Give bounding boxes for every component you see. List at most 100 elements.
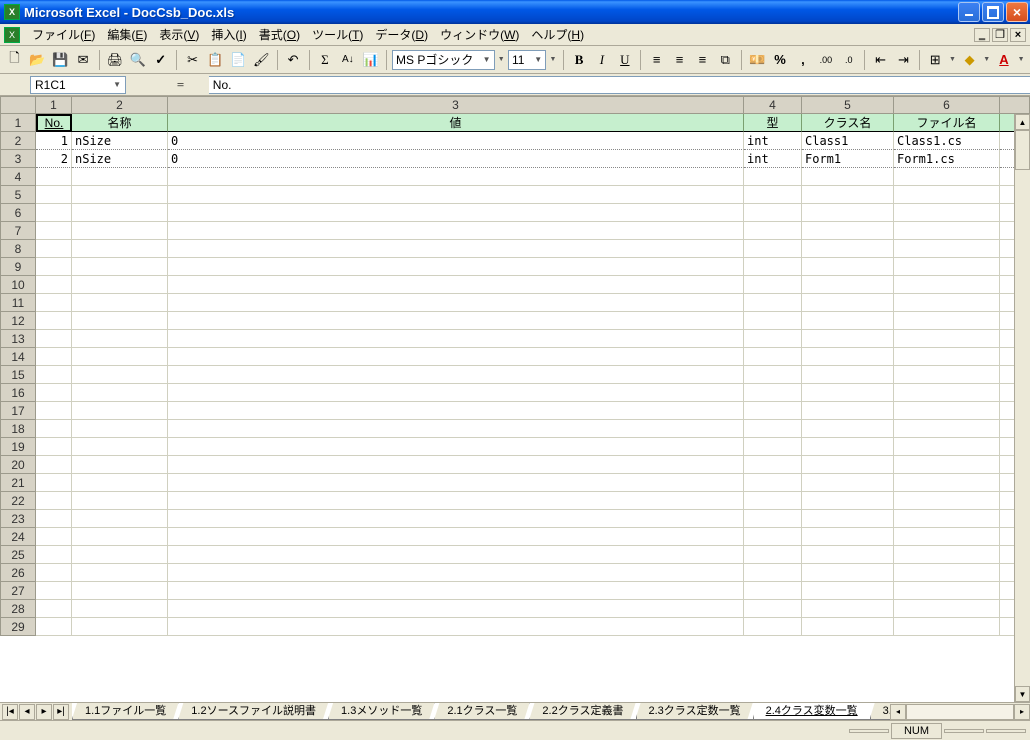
cell[interactable] (168, 546, 744, 564)
row-header[interactable]: 2 (0, 132, 36, 150)
cell[interactable] (36, 330, 72, 348)
cell[interactable] (894, 564, 1000, 582)
merge-center-icon[interactable]: ⧉ (715, 49, 736, 71)
cell[interactable] (744, 384, 802, 402)
cut-icon[interactable]: ✂ (182, 49, 203, 71)
cell[interactable] (744, 276, 802, 294)
cell[interactable] (168, 528, 744, 546)
cell[interactable] (168, 438, 744, 456)
cell[interactable] (36, 384, 72, 402)
cell[interactable] (802, 402, 894, 420)
row-header[interactable]: 3 (0, 150, 36, 168)
col-header-2[interactable]: 2 (72, 96, 168, 114)
row-header[interactable]: 17 (0, 402, 36, 420)
cell[interactable] (36, 564, 72, 582)
minimize-button[interactable] (958, 2, 980, 22)
row-header[interactable]: 4 (0, 168, 36, 186)
cell[interactable] (168, 564, 744, 582)
cell[interactable] (36, 186, 72, 204)
cell[interactable] (802, 366, 894, 384)
cell[interactable] (894, 402, 1000, 420)
cell[interactable] (744, 312, 802, 330)
menu-h[interactable]: ヘルプ(H) (525, 24, 590, 45)
cell[interactable] (168, 240, 744, 258)
cell[interactable] (36, 582, 72, 600)
cell[interactable] (36, 312, 72, 330)
sheet-tab[interactable]: 2.2クラス定義書 (529, 703, 636, 719)
scroll-up-button[interactable]: ▲ (1015, 114, 1030, 130)
cell[interactable] (72, 438, 168, 456)
increase-decimal-icon[interactable]: .00 (815, 49, 836, 71)
cell[interactable] (802, 582, 894, 600)
row-header[interactable]: 20 (0, 456, 36, 474)
font-name-dropdown-icon[interactable]: ▼ (497, 49, 506, 71)
open-file-icon[interactable]: 📂 (27, 49, 48, 71)
cell[interactable] (894, 528, 1000, 546)
cell[interactable] (802, 348, 894, 366)
vertical-scrollbar[interactable]: ▲ ▼ (1014, 114, 1030, 702)
cell[interactable] (802, 510, 894, 528)
cell[interactable] (744, 240, 802, 258)
cell[interactable] (802, 618, 894, 636)
underline-icon[interactable]: U (614, 49, 635, 71)
cell[interactable] (802, 186, 894, 204)
font-size-select[interactable]: 11▼ (508, 50, 546, 70)
cell[interactable] (802, 420, 894, 438)
cell[interactable]: No. (36, 114, 72, 132)
sheet-tab[interactable]: 1.3メソッド一覧 (328, 703, 435, 719)
cell[interactable]: nSize (72, 150, 168, 168)
cell[interactable] (36, 420, 72, 438)
fill-dd[interactable]: ▼ (982, 49, 991, 71)
cell[interactable]: Class1.cs (894, 132, 1000, 150)
mdi-minimize-button[interactable]: ‗ (974, 28, 990, 42)
cell[interactable] (36, 510, 72, 528)
cell[interactable] (168, 510, 744, 528)
cell[interactable] (72, 312, 168, 330)
percent-icon[interactable]: % (770, 49, 791, 71)
cell[interactable] (36, 258, 72, 276)
cell[interactable] (744, 456, 802, 474)
cell[interactable]: Form1.cs (894, 150, 1000, 168)
scroll-down-button[interactable]: ▼ (1015, 686, 1030, 702)
cell[interactable] (36, 240, 72, 258)
cell[interactable] (168, 600, 744, 618)
cell[interactable] (744, 420, 802, 438)
cell[interactable] (744, 366, 802, 384)
bold-icon[interactable]: B (569, 49, 590, 71)
cell[interactable]: 1 (36, 132, 72, 150)
cell[interactable] (894, 546, 1000, 564)
decrease-indent-icon[interactable]: ⇤ (870, 49, 891, 71)
cell[interactable] (72, 420, 168, 438)
sheet-nav-last[interactable]: ▸| (53, 704, 69, 720)
cell[interactable] (36, 204, 72, 222)
cell[interactable] (894, 420, 1000, 438)
cell[interactable] (168, 222, 744, 240)
cell[interactable] (894, 582, 1000, 600)
cell[interactable] (744, 348, 802, 366)
menu-e[interactable]: 編集(E) (101, 24, 153, 45)
cell[interactable] (36, 222, 72, 240)
col-header-5[interactable]: 5 (802, 96, 894, 114)
cell[interactable] (168, 204, 744, 222)
cell[interactable] (802, 240, 894, 258)
cell[interactable]: 値 (168, 114, 744, 132)
cell[interactable] (168, 330, 744, 348)
cell[interactable] (744, 618, 802, 636)
col-header-4[interactable]: 4 (744, 96, 802, 114)
cell[interactable] (36, 366, 72, 384)
cell[interactable] (744, 510, 802, 528)
cell[interactable] (168, 618, 744, 636)
cell[interactable] (894, 600, 1000, 618)
cell[interactable] (894, 258, 1000, 276)
cell[interactable] (168, 168, 744, 186)
menu-d[interactable]: データ(D) (369, 24, 434, 45)
cell[interactable] (36, 276, 72, 294)
cell[interactable] (72, 384, 168, 402)
cell[interactable] (802, 222, 894, 240)
cell[interactable] (894, 384, 1000, 402)
cell[interactable] (744, 492, 802, 510)
cell[interactable] (894, 168, 1000, 186)
cell[interactable] (744, 204, 802, 222)
cell[interactable]: Class1 (802, 132, 894, 150)
formula-content[interactable]: No. (209, 76, 1030, 94)
